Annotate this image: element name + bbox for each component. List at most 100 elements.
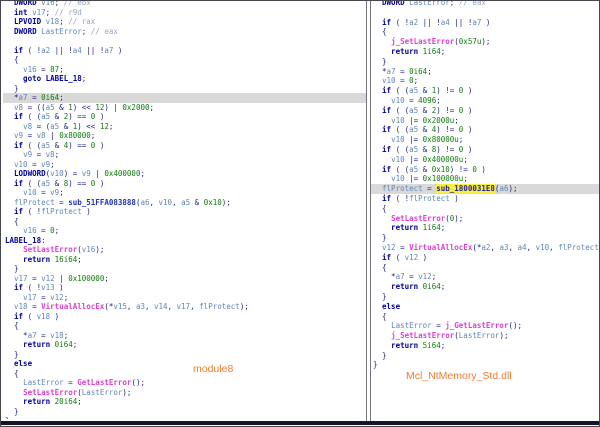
code-line[interactable]: SetLastError(LastError); (3, 388, 367, 398)
code-line[interactable]: if ( !a2 || !a4 || !a7 ) (3, 46, 367, 56)
code-token: v13 (41, 283, 55, 292)
code-line[interactable]: } (371, 233, 599, 243)
code-line[interactable]: if ( (a5 & 1) != 0 ) (371, 86, 599, 96)
code-line[interactable]: *a7 = v18; (3, 331, 367, 341)
code-line[interactable]: if ( (a5 & 4) == 0 ) (3, 141, 367, 151)
code-line[interactable]: if ( (a5 & 4) != 0 ) (371, 125, 599, 135)
code-token: LABEL_18 (46, 74, 82, 83)
code-line[interactable]: if ( (a5 & 0x10) != 0 ) (371, 165, 599, 175)
pane-divider[interactable] (366, 1, 367, 421)
code-line[interactable]: v10 = v9; (3, 160, 367, 170)
code-line[interactable]: LODWORD(v10) = v9 | 0x400000; (3, 169, 367, 179)
code-line[interactable]: int v17; // r9d (3, 8, 367, 18)
code-line[interactable]: *a7 = 0i64; (3, 93, 367, 103)
code-line[interactable] (371, 8, 599, 18)
code-token: ; (459, 135, 464, 144)
code-line[interactable]: { (3, 369, 367, 379)
code-line[interactable]: } (3, 416, 367, 419)
code-line[interactable]: if ( !a2 || !a4 || !a7 ) (371, 18, 599, 28)
code-line[interactable]: if ( !flProtect ) (371, 194, 599, 204)
code-line[interactable]: else (371, 302, 599, 312)
code-line[interactable]: return 16i64; (3, 255, 367, 265)
code-line[interactable]: j_SetLastError(0x57u); (371, 37, 599, 47)
code-line[interactable]: v10 = 4096; (371, 96, 599, 106)
code-token: a7 (28, 331, 37, 340)
code-line[interactable]: { (371, 263, 599, 273)
code-pane-left[interactable]: DWORD v16; // ebx int v17; // r9d LPVOID… (3, 1, 367, 419)
code-line[interactable]: if ( v12 ) (371, 253, 599, 263)
code-line[interactable]: v17 = v12; (3, 293, 367, 303)
code-token: ) (463, 86, 472, 95)
code-line[interactable]: return 0i64; (371, 282, 599, 292)
code-line[interactable]: { (371, 27, 599, 37)
code-token: , (150, 198, 159, 207)
code-line[interactable]: LABEL_18: (3, 236, 367, 246)
code-line[interactable]: LastError = j_GetLastError(); (371, 321, 599, 331)
code-line[interactable]: } (371, 292, 599, 302)
code-line[interactable]: if ( v18 ) (3, 312, 367, 322)
code-line[interactable]: SetLastError(0); (371, 214, 599, 224)
code-line[interactable]: v10 = 0; (371, 76, 599, 86)
code-line[interactable]: v9 = v8; (3, 150, 367, 160)
code-line[interactable]: } (371, 57, 599, 67)
code-line[interactable]: if ( (a5 & 2) == 0 ) (3, 112, 367, 122)
code-line[interactable]: return 1i64; (371, 47, 599, 57)
code-line[interactable]: { (371, 312, 599, 322)
code-line[interactable]: v10 = v9; (3, 188, 367, 198)
code-line[interactable]: { (3, 55, 367, 65)
code-line[interactable]: DWORD LastError; // eax (371, 1, 599, 8)
code-line[interactable]: { (3, 321, 367, 331)
code-line[interactable]: if ( (a5 & 8) == 0 ) (3, 179, 367, 189)
code-line[interactable]: if ( (a5 & 8) != 0 ) (371, 145, 599, 155)
code-token: (); (508, 321, 522, 330)
code-line[interactable]: if ( (a5 & 2) != 0 ) (371, 106, 599, 116)
code-token: return (5, 340, 50, 349)
code-line[interactable]: *a7 = 0i64; (371, 67, 599, 77)
code-line[interactable]: v10 |= 0x100000u; (371, 174, 599, 184)
code-line[interactable]: v18 = VirtualAllocEx(*v15, a3, v14, v17,… (3, 302, 367, 312)
code-line[interactable]: DWORD LastError; // eax (3, 27, 367, 37)
code-line[interactable] (3, 36, 367, 46)
code-line[interactable]: v17 = v12 | 0x100000; (3, 274, 367, 284)
code-token: || ! (50, 46, 73, 55)
code-line[interactable]: } (371, 360, 599, 370)
code-token: 0x80000 (59, 131, 91, 140)
code-line[interactable]: v10 |= 0x80000u; (371, 135, 599, 145)
highlighted-token[interactable]: sub_1800031E8 (436, 184, 495, 193)
code-line[interactable]: } (3, 264, 367, 274)
code-line[interactable]: v9 = v8 | 0x80000; (3, 131, 367, 141)
code-line[interactable]: } (3, 84, 367, 94)
code-line[interactable]: v12 = VirtualAllocEx(*a2, a3, a4, v10, f… (371, 243, 599, 253)
code-line[interactable]: } (371, 351, 599, 361)
code-line[interactable]: return 1i64; (371, 223, 599, 233)
code-line[interactable]: { (3, 217, 367, 227)
code-line[interactable]: goto LABEL_18; (3, 74, 367, 84)
code-line[interactable]: if ( !flProtect ) (3, 207, 367, 217)
code-pane-right[interactable]: DWORD LastError; // eax if ( !a2 || !a4 … (371, 1, 599, 419)
code-token: ; (441, 223, 446, 232)
code-line[interactable]: { (371, 204, 599, 214)
code-token: 0x100000u (423, 174, 464, 183)
code-line[interactable]: return 5i64; (371, 341, 599, 351)
code-line[interactable]: *a7 = v12; (371, 272, 599, 282)
code-line[interactable]: return 0i64; (3, 340, 367, 350)
code-line[interactable]: flProtect = sub_51FFA083888(a6, v10, a5 … (3, 198, 367, 208)
code-line[interactable]: v10 |= 0x400000u; (371, 155, 599, 165)
code-line[interactable]: return 20i64; (3, 397, 367, 407)
code-token: |= (405, 116, 423, 125)
code-line[interactable]: j_SetLastError(LastError); (371, 331, 599, 341)
code-line[interactable]: SetLastError(v16); (3, 245, 367, 255)
code-line[interactable]: LastError = GetLastError(); (3, 378, 367, 388)
code-line[interactable]: } (3, 407, 367, 417)
code-line[interactable]: } (3, 350, 367, 360)
code-line[interactable]: v10 |= 0x2000u; (371, 116, 599, 126)
code-line[interactable]: LPVOID v18; // rax (3, 17, 367, 27)
code-token: = (432, 321, 446, 330)
code-line[interactable]: if ( !v13 ) (3, 283, 367, 293)
code-line[interactable]: v8 = ((a5 & 1) << 12) | 0x2000; (3, 103, 367, 113)
code-line[interactable]: else (3, 359, 367, 369)
code-line[interactable]: v8 = (a5 & 1) << 12; (3, 122, 367, 132)
code-line[interactable]: v16 = 87; (3, 65, 367, 75)
code-line[interactable]: flProtect = sub_1800031E8(a6); (371, 184, 599, 194)
code-line[interactable]: v16 = 0; (3, 226, 367, 236)
